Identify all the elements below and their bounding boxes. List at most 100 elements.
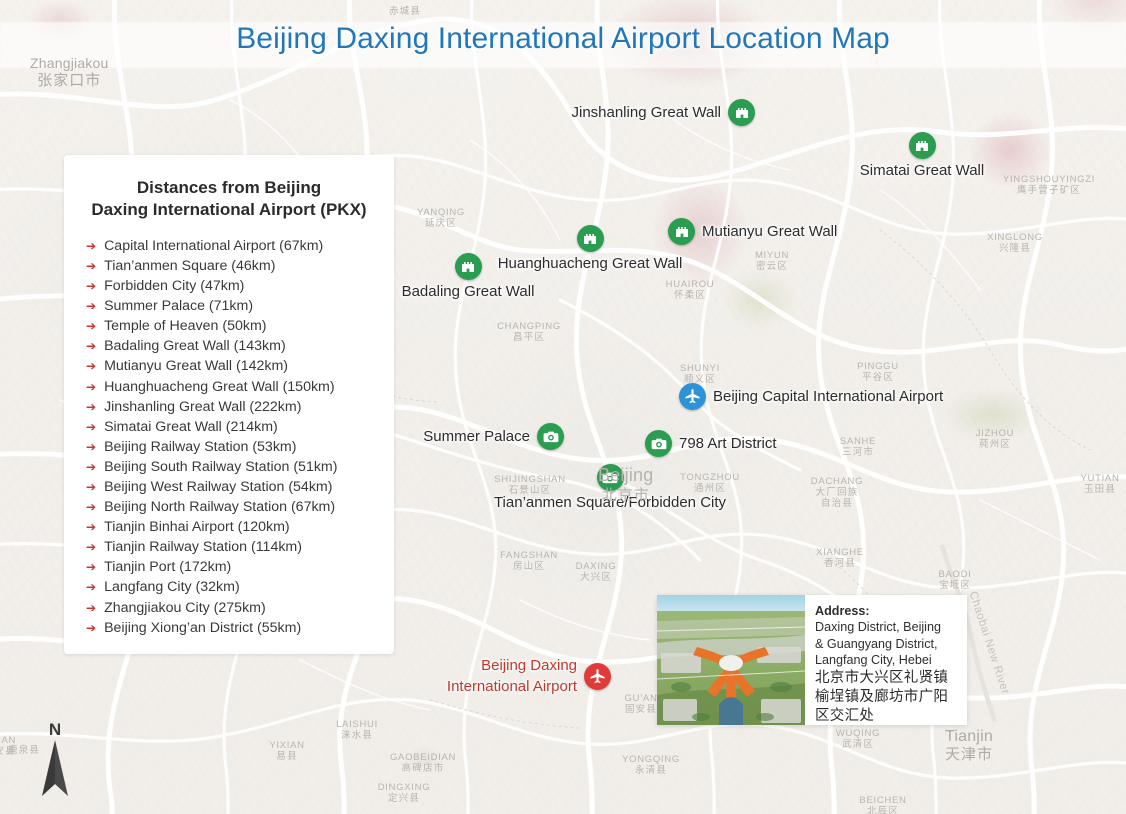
district-label-en: YIXIAN bbox=[269, 740, 305, 751]
castle-icon[interactable] bbox=[728, 99, 755, 126]
city-label: Zhangjiakou 张家口市 bbox=[30, 55, 108, 90]
district-label-en: DAXING bbox=[575, 561, 617, 572]
district-label-cn: 永清县 bbox=[634, 765, 668, 777]
district-label: WUQING 武清区 bbox=[836, 728, 880, 750]
district-label-en: SHIJINGSHAN bbox=[494, 474, 566, 485]
district-label-cn: 昌平区 bbox=[512, 332, 546, 344]
compass-north-label: N bbox=[48, 720, 62, 739]
district-label: CHANGPING 昌平区 bbox=[497, 321, 561, 343]
district-label: XIANGHE 香河县 bbox=[816, 547, 864, 569]
city-label: Beijing 北京市 bbox=[598, 465, 653, 505]
district-label-cn: 顺义区 bbox=[683, 374, 717, 386]
map-marker-simatai[interactable]: Simatai Great Wall bbox=[772, 132, 1072, 179]
district-label-en: DACHANG bbox=[810, 476, 864, 487]
distance-list-item: ➔ Tianjin Port (172km) bbox=[86, 557, 384, 577]
marker-label: Beijing Capital International Airport bbox=[713, 388, 944, 405]
arrow-icon: ➔ bbox=[86, 580, 97, 595]
district-label: SHUNYI 顺义区 bbox=[680, 363, 720, 385]
city-label-en: Tianjin bbox=[945, 728, 993, 745]
marker-label: Beijing Daxing International Airport bbox=[446, 657, 577, 695]
distance-list-item: ➔ Temple of Heaven (50km) bbox=[86, 316, 384, 336]
district-label-cn: 鹰手营子矿区 bbox=[1016, 185, 1082, 197]
distance-label: Huanghuacheng Great Wall (150km) bbox=[104, 378, 335, 395]
airport-aerial-photo bbox=[657, 595, 805, 725]
district-label-en: SHUNYI bbox=[679, 363, 721, 374]
district-label-en: BEICHEN bbox=[859, 795, 907, 806]
district-label: PINGGU 平谷区 bbox=[857, 361, 899, 383]
address-card: Address: Daxing District, Beijing & Guan… bbox=[657, 595, 967, 725]
distance-label: Simatai Great Wall (214km) bbox=[104, 418, 278, 435]
distance-label: Summer Palace (71km) bbox=[104, 298, 254, 315]
airplane-icon[interactable] bbox=[584, 662, 611, 690]
camera-icon[interactable] bbox=[537, 423, 564, 450]
district-label-en: YINGSHOUYINGZI bbox=[1002, 174, 1096, 185]
arrow-icon: ➔ bbox=[86, 500, 97, 515]
district-label-cn: 香河县 bbox=[823, 558, 857, 570]
marker-label: Jinshanling Great Wall bbox=[571, 104, 721, 121]
district-label-en: XINGLONG bbox=[987, 232, 1043, 243]
arrow-icon: ➔ bbox=[86, 540, 97, 555]
airplane-icon[interactable] bbox=[679, 383, 706, 410]
district-label: LAISHUI 涞水县 bbox=[336, 719, 378, 741]
address-line-1: Daxing District, Beijing bbox=[815, 620, 941, 635]
district-label-cn: 宝坻区 bbox=[938, 580, 972, 592]
district-label: XINGLONG 兴隆县 bbox=[987, 232, 1043, 254]
district-label-cn: 玉田县 bbox=[1083, 484, 1117, 496]
city-label-cn: 北京市 bbox=[601, 486, 650, 504]
district-label-cn: 怀柔区 bbox=[673, 290, 707, 302]
district-label: UAN安县 bbox=[0, 735, 16, 757]
legend-heading-line2: Daxing International Airport (PKX) bbox=[91, 200, 367, 220]
district-label: JIZHOU 蒓州区 bbox=[976, 428, 1015, 450]
distance-label: Badaling Great Wall (143km) bbox=[104, 338, 286, 355]
district-label-en: UAN bbox=[0, 735, 17, 746]
district-label-en: SANHE bbox=[839, 436, 877, 447]
distances-legend-panel: Distances from Beijing Daxing Internatio… bbox=[64, 155, 394, 654]
arrow-icon: ➔ bbox=[86, 439, 97, 454]
district-label-cn: 赤城县 bbox=[388, 6, 422, 17]
map-marker-798[interactable]: 798 Art District bbox=[645, 430, 777, 457]
north-arrow-icon bbox=[42, 740, 68, 796]
district-label-en: GU’AN bbox=[624, 693, 658, 704]
district-label-cn: 北辰区 bbox=[866, 806, 900, 814]
address-text-block: Address: Daxing District, Beijing & Guan… bbox=[805, 595, 956, 725]
map-marker-jinshanling[interactable]: Jinshanling Great Wall bbox=[455, 99, 755, 126]
castle-icon[interactable] bbox=[454, 253, 482, 280]
arrow-icon: ➔ bbox=[86, 620, 97, 635]
arrow-icon: ➔ bbox=[86, 459, 97, 474]
district-label-cn: 大兴区 bbox=[579, 572, 613, 584]
marker-label: Summer Palace bbox=[423, 428, 530, 445]
district-label-cn: 通州区 bbox=[693, 483, 727, 495]
distance-list-item: ➔ Jinshanling Great Wall (222km) bbox=[86, 397, 384, 417]
district-label: BAODI 宝坻区 bbox=[938, 569, 971, 591]
district-label: YUTIAN 玉田县 bbox=[1080, 473, 1119, 495]
district-label: BEICHEN 北辰区 bbox=[859, 795, 906, 814]
district-label-en: HUAIROU bbox=[665, 279, 715, 290]
district-label: DINGXING 定兴县 bbox=[378, 782, 431, 804]
arrow-icon: ➔ bbox=[86, 419, 97, 434]
arrow-icon: ➔ bbox=[86, 600, 97, 615]
castle-icon[interactable] bbox=[576, 225, 604, 252]
castle-icon[interactable] bbox=[908, 132, 936, 159]
distance-label: Tianjin Railway Station (114km) bbox=[104, 539, 302, 556]
distance-label: Zhangjiakou City (275km) bbox=[104, 599, 266, 616]
district-label-en: GAOBEIDIAN bbox=[389, 752, 457, 763]
distance-list-item: ➔ Huanghuacheng Great Wall (150km) bbox=[86, 377, 384, 397]
district-label-cn: 安县 bbox=[0, 746, 16, 758]
arrow-icon: ➔ bbox=[86, 238, 97, 253]
camera-icon[interactable] bbox=[645, 430, 672, 457]
distance-label: Beijing Xiong’an District (55km) bbox=[104, 619, 302, 636]
map-marker-pkx[interactable]: Beijing Daxing International Airport bbox=[311, 655, 611, 697]
legend-heading-line1: Distances from Beijing bbox=[136, 178, 322, 197]
map-marker-pek[interactable]: Beijing Capital International Airport bbox=[679, 383, 943, 410]
district-label-en: YUTIAN bbox=[1080, 473, 1120, 484]
district-label-cn: 房山区 bbox=[512, 561, 546, 573]
district-label: SANHE 三河市 bbox=[840, 436, 876, 458]
map-marker-summer-palace[interactable]: Summer Palace bbox=[264, 423, 564, 450]
distance-list-item: ➔ Badaling Great Wall (143km) bbox=[86, 336, 384, 356]
district-label-en: FANGSHAN bbox=[500, 550, 558, 561]
map-marker-badaling[interactable]: Badaling Great Wall bbox=[318, 253, 618, 300]
arrow-icon: ➔ bbox=[86, 299, 97, 314]
address-chinese-block: 北京市大兴区礼贤镇 榆埕镇及廊坊市广阳 区交汇处 bbox=[815, 669, 948, 726]
district-label: YANQING 延庆区 bbox=[417, 207, 465, 229]
address-line-3: Langfang City, Hebei bbox=[815, 653, 932, 668]
